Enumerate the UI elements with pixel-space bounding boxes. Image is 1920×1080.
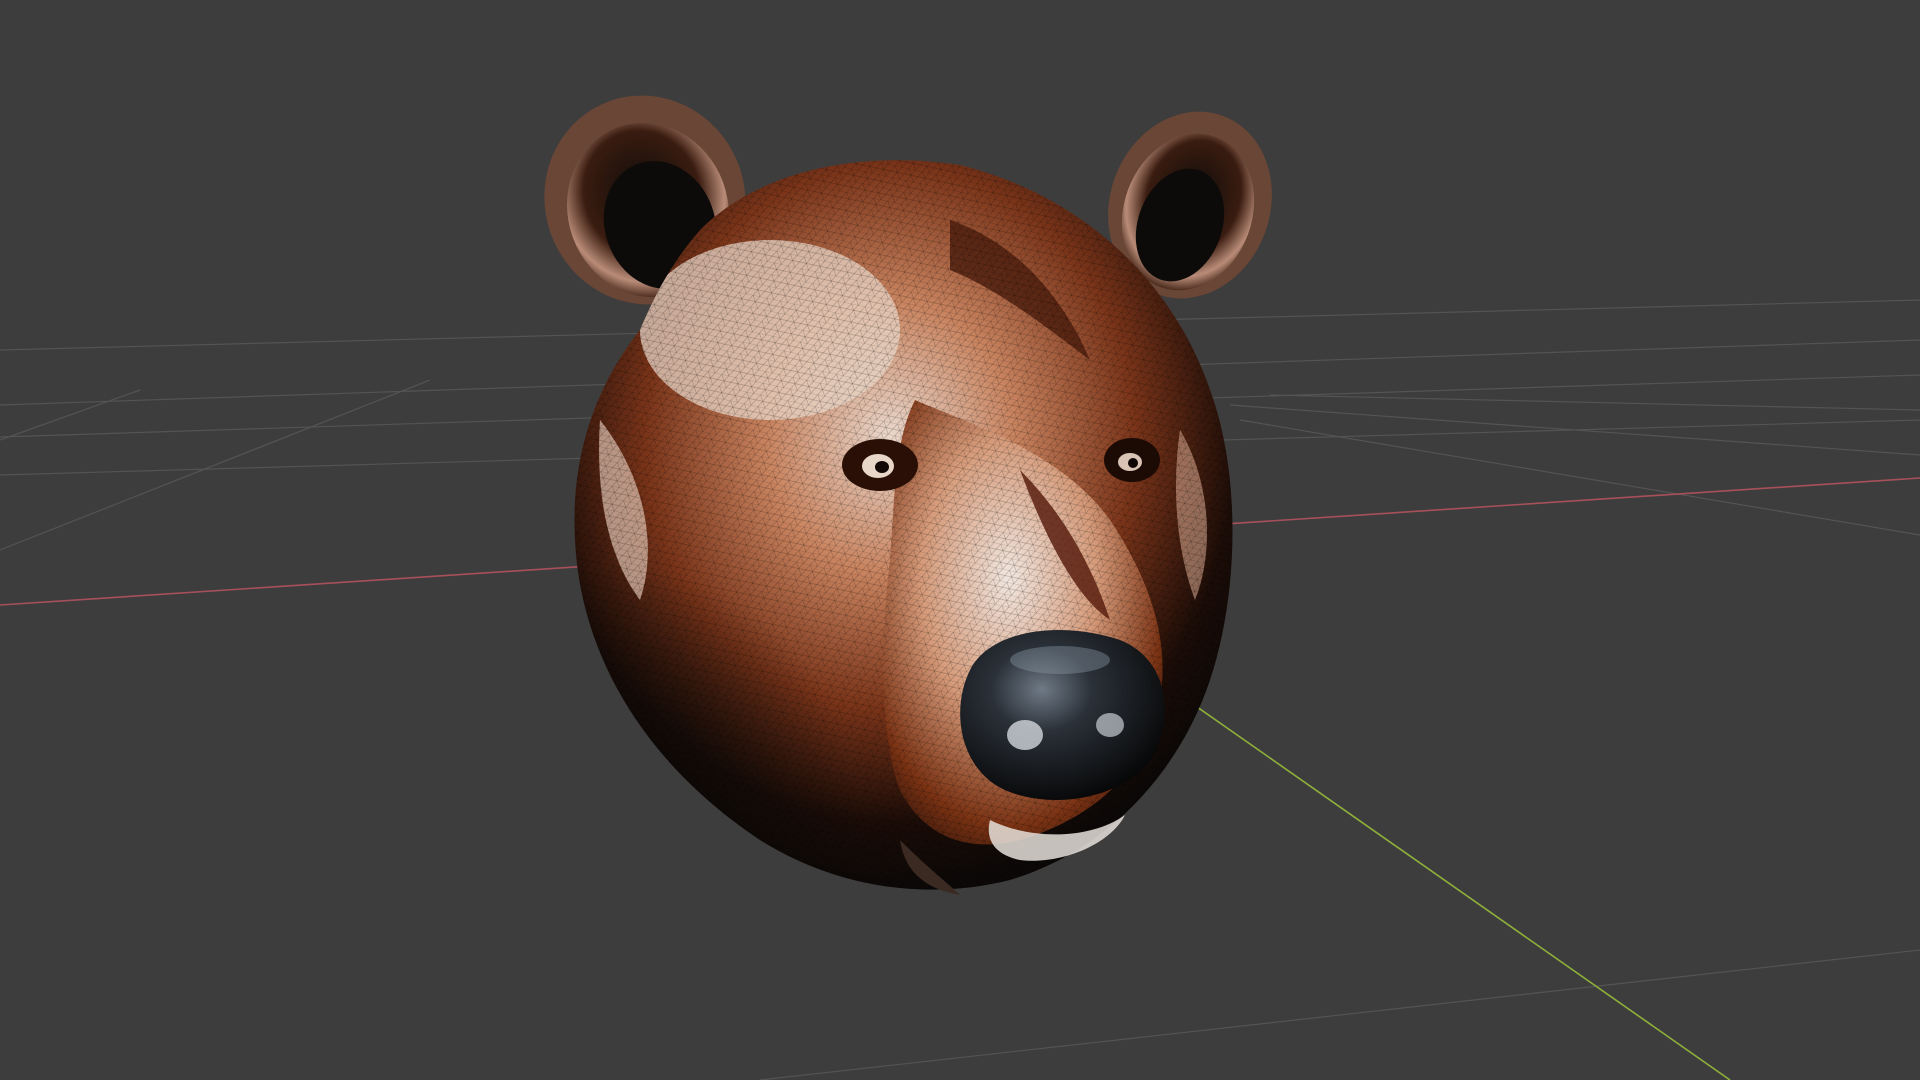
left-eye <box>842 439 918 491</box>
viewport-canvas[interactable] <box>0 0 1920 1080</box>
nose <box>960 630 1165 800</box>
y-axis-line <box>1129 659 1731 1080</box>
right-eye <box>1104 438 1160 482</box>
3d-viewport[interactable] <box>0 0 1920 1080</box>
bear-head-mesh[interactable] <box>500 67 1298 960</box>
